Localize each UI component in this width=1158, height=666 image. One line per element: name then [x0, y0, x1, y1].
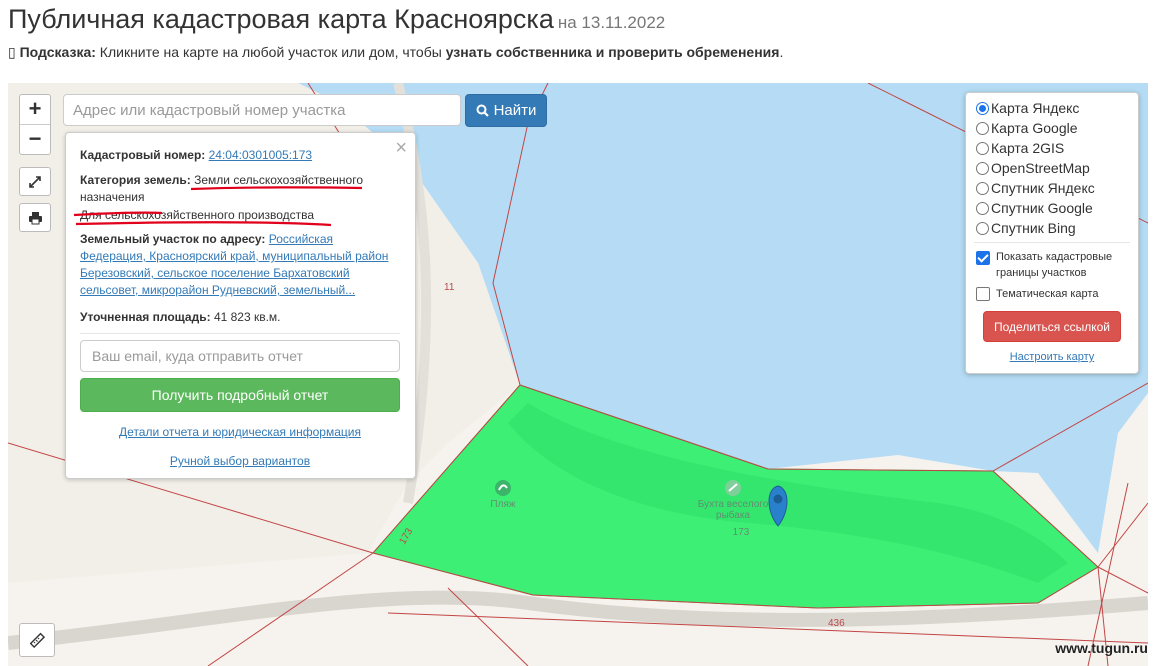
search-input[interactable]: [63, 94, 461, 126]
beach-icon: [495, 480, 511, 496]
manual-selection-link[interactable]: Ручной выбор вариантов: [170, 454, 310, 468]
radio-icon[interactable]: [976, 161, 989, 175]
hint-line: ▯ Подсказка: Кликните на карте на любой …: [8, 44, 783, 61]
hint-text-bold: узнать собственника и проверить обремене…: [445, 44, 780, 60]
parcel-number-label: 173: [732, 527, 750, 538]
popup-divider: [80, 333, 400, 334]
zoom-control: + −: [19, 94, 51, 155]
fullscreen-button[interactable]: [19, 167, 51, 196]
area-row: Уточненная площадь: 41 823 кв.м.: [80, 309, 400, 326]
layer-option-label: Спутник Google: [991, 200, 1093, 216]
road-436-label: 436: [828, 618, 845, 629]
thematic-map-toggle[interactable]: Тематическая карта: [976, 286, 1098, 302]
thematic-map-checkbox[interactable]: [976, 287, 990, 301]
layer-option-label: OpenStreetMap: [991, 160, 1090, 176]
get-report-button[interactable]: Получить подробный отчет: [80, 378, 400, 412]
expand-icon: [29, 175, 41, 188]
address-label: Земельный участок по адресу:: [80, 232, 266, 246]
hint-label: Подсказка:: [19, 44, 96, 60]
search-button[interactable]: Найти: [465, 94, 547, 127]
page-title-text: Публичная кадастровая карта Красноярска: [8, 4, 554, 34]
thematic-map-label: Тематическая карта: [996, 288, 1099, 300]
radio-icon[interactable]: [976, 221, 989, 235]
search-button-label: Найти: [493, 102, 537, 119]
hint-text-end: .: [779, 44, 784, 60]
show-borders-label: Показать кадастровые границы участков: [996, 251, 1113, 279]
layer-switcher: Карта Яндекс Карта Google Карта 2GIS Ope…: [965, 92, 1139, 374]
layer-option-yandex-map[interactable]: Карта Яндекс: [976, 100, 1079, 116]
land-usage-row: Для сельскохозяйственного производства: [80, 207, 400, 224]
layer-option-google-satellite[interactable]: Спутник Google: [976, 200, 1093, 216]
layer-option-2gis-map[interactable]: Карта 2GIS: [976, 140, 1064, 156]
road-11-label: 11: [444, 282, 455, 293]
layer-option-label: Спутник Bing: [991, 220, 1076, 236]
radio-icon[interactable]: [976, 121, 989, 135]
page-title: Публичная кадастровая карта Красноярска н…: [8, 4, 665, 35]
zoom-in-button[interactable]: +: [20, 95, 50, 124]
land-category-label: Категория земель:: [80, 173, 191, 187]
configure-map-link[interactable]: Настроить карту: [966, 351, 1138, 363]
layer-option-label: Карта Google: [991, 120, 1078, 136]
print-icon: [28, 211, 42, 224]
layers-divider: [974, 242, 1130, 243]
print-button[interactable]: [19, 203, 51, 232]
share-link-button[interactable]: Поделиться ссылкой: [983, 311, 1121, 342]
hint-text: Кликните на карте на любой участок или д…: [95, 44, 446, 60]
watermark: www.tugun.ru: [1055, 640, 1148, 656]
search-icon: [476, 104, 489, 117]
land-usage-value: Для сельскохозяйственного производства: [80, 208, 315, 222]
ruler-icon: [29, 632, 45, 648]
radio-icon[interactable]: [976, 181, 989, 195]
cadastral-number-row: Кадастровый номер: 24:04:0301005:173: [80, 147, 400, 164]
layer-option-bing-satellite[interactable]: Спутник Bing: [976, 220, 1076, 236]
ruler-button[interactable]: [19, 623, 55, 657]
layer-option-label: Карта 2GIS: [991, 140, 1065, 156]
cadastral-map[interactable]: Пляж Бухта веселого рыбака 173 173 11 43…: [8, 83, 1148, 666]
beach-label: Пляж: [490, 499, 516, 510]
report-details-link[interactable]: Детали отчета и юридическая информация: [119, 425, 361, 439]
area-label: Уточненная площадь:: [80, 310, 211, 324]
radio-icon[interactable]: [976, 141, 989, 155]
hint-icon: ▯: [8, 44, 16, 60]
radio-icon[interactable]: [976, 201, 989, 215]
show-borders-toggle[interactable]: Показать кадастровые границы участков: [976, 249, 1126, 281]
parcel-info-popup: × Кадастровый номер: 24:04:0301005:173 К…: [65, 132, 416, 479]
layer-option-yandex-satellite[interactable]: Спутник Яндекс: [976, 180, 1095, 196]
email-field[interactable]: [80, 340, 400, 372]
layer-option-label: Карта Яндекс: [991, 100, 1080, 116]
bay-label: Бухта веселого рыбака: [697, 499, 769, 521]
manual-link-wrap: Ручной выбор вариантов: [80, 454, 400, 468]
cadastral-number-label: Кадастровый номер:: [80, 148, 206, 162]
cadastral-number-link[interactable]: 24:04:0301005:173: [209, 148, 312, 162]
details-link-wrap: Детали отчета и юридическая информация: [80, 425, 400, 439]
zoom-out-button[interactable]: −: [20, 124, 50, 154]
land-category-row: Категория земель: Земли сельскохозяйстве…: [80, 172, 400, 206]
show-borders-checkbox[interactable]: [976, 251, 990, 265]
area-value: 41 823 кв.м.: [213, 310, 281, 324]
address-row: Земельный участок по адресу: Российская …: [80, 231, 400, 299]
layer-option-google-map[interactable]: Карта Google: [976, 120, 1078, 136]
bay-icon: [725, 480, 741, 496]
radio-icon[interactable]: [976, 101, 989, 115]
layer-option-label: Спутник Яндекс: [991, 180, 1095, 196]
page-date: на 13.11.2022: [557, 13, 666, 32]
layer-option-osm[interactable]: OpenStreetMap: [976, 160, 1090, 176]
